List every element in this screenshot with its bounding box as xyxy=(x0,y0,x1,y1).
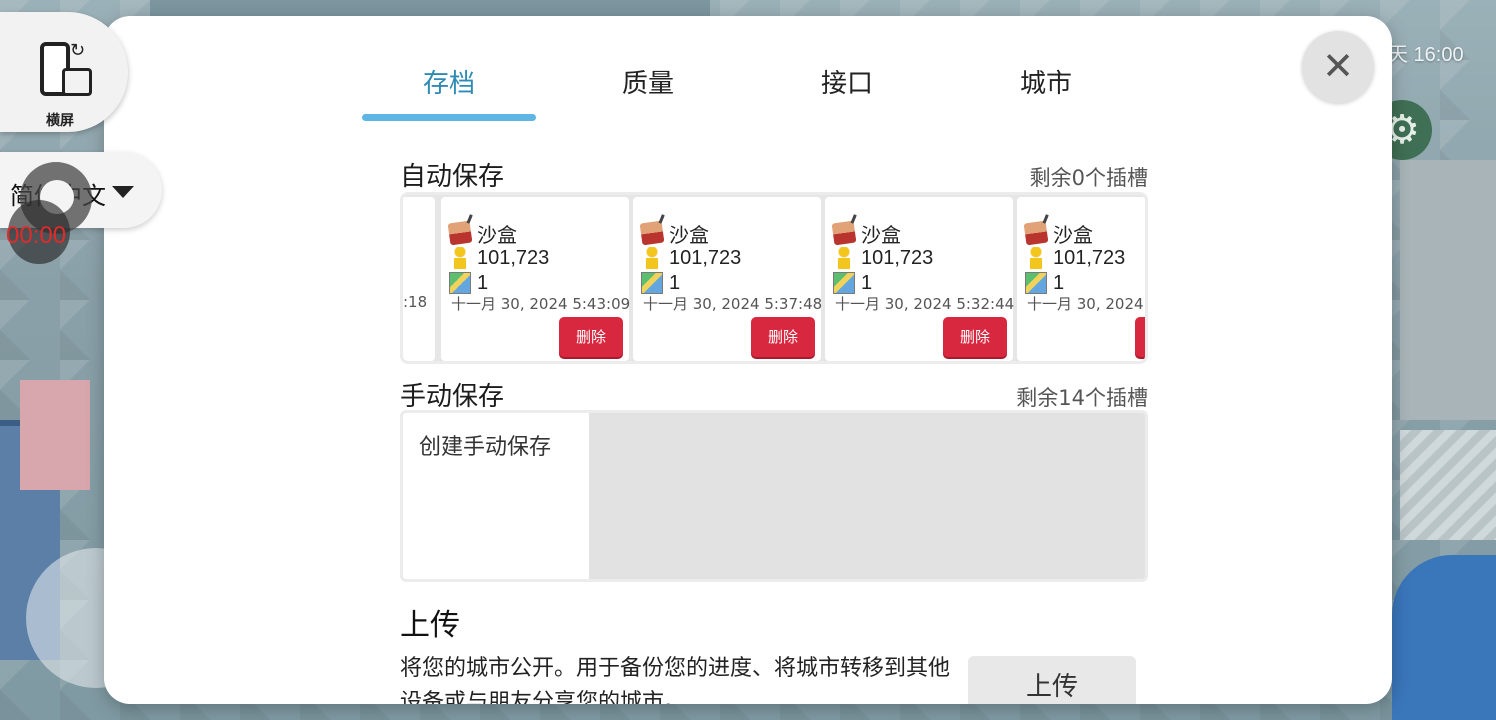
tab-interface[interactable]: 接口 xyxy=(760,60,934,120)
bg-road xyxy=(150,0,710,16)
upload-button[interactable]: 上传 xyxy=(968,656,1136,704)
tab-saves[interactable]: 存档 xyxy=(362,60,536,120)
population-icon xyxy=(833,247,855,269)
manual-save-list: 创建手动保存 xyxy=(400,410,1148,582)
tab-quality[interactable]: 质量 xyxy=(561,60,735,120)
delete-button[interactable] xyxy=(1135,317,1145,357)
population-icon xyxy=(641,247,663,269)
bg-building-grey xyxy=(1400,160,1496,420)
upload-title: 上传 xyxy=(400,608,460,643)
mode-label: 沙盒 xyxy=(477,224,517,247)
population-value: 101,723 xyxy=(1053,246,1126,269)
maps-row: 1 xyxy=(641,271,680,295)
active-tab-indicator xyxy=(362,114,536,121)
map-icon xyxy=(1025,272,1047,294)
population-value: 101,723 xyxy=(477,246,550,269)
autosave-date: :18 xyxy=(403,293,428,311)
delete-button[interactable]: 删除 xyxy=(943,317,1007,357)
map-icon xyxy=(641,272,663,294)
maps-row: 1 xyxy=(449,271,488,295)
population-row: 101,723 xyxy=(641,246,741,270)
population-icon xyxy=(449,247,471,269)
sandbox-icon xyxy=(831,220,857,246)
mode-label: 沙盒 xyxy=(861,224,901,247)
maps-row: 1 xyxy=(833,271,872,295)
population-value: 101,723 xyxy=(669,246,742,269)
tab-bar: 存档 质量 接口 城市 xyxy=(362,60,1162,138)
autosave-list[interactable]: :18 除 沙盒 101,723 1 十一月 30, 2024 5:43:09 … xyxy=(400,192,1148,364)
delete-button[interactable]: 删除 xyxy=(559,317,623,357)
recording-timer: 00:00 xyxy=(6,222,67,249)
population-row: 101,723 xyxy=(1025,246,1125,270)
population-value: 101,723 xyxy=(861,246,934,269)
game-clock: 天 16:00 xyxy=(1388,44,1464,66)
manual-save-title: 手动保存 xyxy=(400,382,505,412)
map-icon xyxy=(449,272,471,294)
rotate-phone-icon: ↻ xyxy=(40,40,96,100)
autosave-card[interactable]: 沙盒 101,723 1 十一月 30, 2024 5:32:44 删除 xyxy=(825,197,1015,361)
delete-button[interactable]: 删除 xyxy=(751,317,815,357)
mode-row: 沙盒 xyxy=(831,220,901,247)
sandbox-icon xyxy=(1023,220,1049,246)
autosave-date: 十一月 30, 2024 5:43:09 xyxy=(451,295,631,313)
save-dialog: 存档 质量 接口 城市 自动保存 剩余0个插槽 :18 除 沙盒 101,723… xyxy=(104,16,1392,704)
create-manual-save-button[interactable]: 创建手动保存 xyxy=(403,413,589,579)
mode-row: 沙盒 xyxy=(447,220,517,247)
bg-crosswalk xyxy=(1400,430,1496,540)
population-row: 101,723 xyxy=(449,246,549,270)
autosave-card-partial[interactable]: :18 除 xyxy=(403,197,435,361)
autosave-title: 自动保存 xyxy=(400,162,505,192)
autosave-card[interactable]: 沙盒 101,723 1 十一月 30, 2024 xyxy=(1017,197,1145,361)
population-icon xyxy=(1025,247,1047,269)
autosave-card[interactable]: 沙盒 101,723 1 十一月 30, 2024 5:43:09 删除 xyxy=(441,197,631,361)
manual-slots-remaining: 剩余14个插槽 xyxy=(1016,386,1148,410)
bg-building-pink xyxy=(20,380,90,490)
maps-value: 1 xyxy=(1053,271,1065,294)
bg-building-round xyxy=(1392,555,1496,720)
maps-value: 1 xyxy=(477,271,489,294)
autosave-date: 十一月 30, 2024 5:37:48 xyxy=(643,295,823,313)
sandbox-icon xyxy=(447,220,473,246)
population-row: 101,723 xyxy=(833,246,933,270)
autosave-date: 十一月 30, 2024 xyxy=(1027,295,1144,313)
autosave-slots-remaining: 剩余0个插槽 xyxy=(1029,166,1148,190)
chevron-down-icon xyxy=(112,186,134,198)
maps-value: 1 xyxy=(669,271,681,294)
maps-row: 1 xyxy=(1025,271,1064,295)
autosave-card[interactable]: 沙盒 101,723 1 十一月 30, 2024 5:37:48 删除 xyxy=(633,197,823,361)
autosave-date: 十一月 30, 2024 5:32:44 xyxy=(835,295,1015,313)
rotate-screen-button[interactable]: ↻ 横屏 xyxy=(0,12,128,132)
mode-row: 沙盒 xyxy=(1023,220,1093,247)
map-icon xyxy=(833,272,855,294)
close-icon[interactable]: ✕ xyxy=(1302,31,1374,103)
maps-value: 1 xyxy=(861,271,873,294)
sandbox-icon xyxy=(639,220,665,246)
mode-label: 沙盒 xyxy=(669,224,709,247)
upload-description: 将您的城市公开。用于备份您的进度、将城市转移到其他设备或与朋友分享您的城市。 xyxy=(400,656,951,704)
rotate-label: 横屏 xyxy=(46,113,74,129)
mode-row: 沙盒 xyxy=(639,220,709,247)
tab-city[interactable]: 城市 xyxy=(959,60,1133,120)
mode-label: 沙盒 xyxy=(1053,224,1093,247)
